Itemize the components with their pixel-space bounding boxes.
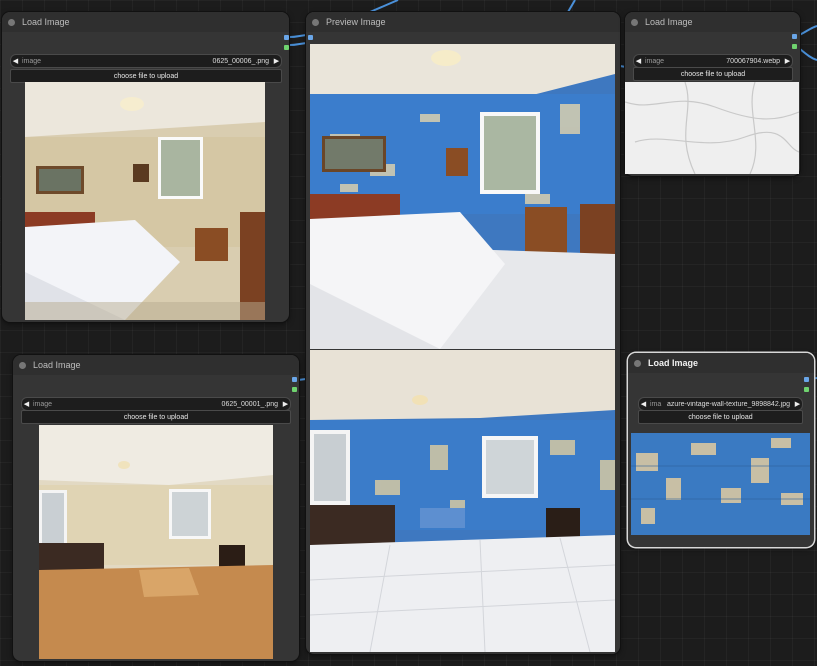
arrow-right-icon[interactable]: ▶ bbox=[281, 400, 290, 408]
node-dot-icon[interactable] bbox=[8, 18, 15, 26]
image-output-port[interactable] bbox=[284, 35, 289, 40]
image-preview bbox=[631, 433, 810, 535]
image-output-port[interactable] bbox=[292, 377, 297, 382]
node-header[interactable]: Preview Image bbox=[306, 12, 620, 32]
image-preview bbox=[25, 82, 265, 320]
preview-image-1 bbox=[310, 44, 615, 349]
image-select[interactable]: ◀ image 0625_00006_.png ▶ bbox=[10, 54, 282, 68]
image-select[interactable]: ◀ image 700067904.webp ▶ bbox=[633, 54, 793, 68]
upload-button[interactable]: choose file to upload bbox=[633, 67, 793, 81]
arrow-right-icon[interactable]: ▶ bbox=[783, 57, 792, 65]
mask-output-port[interactable] bbox=[804, 387, 809, 392]
load-image-node-3[interactable]: Load Image ◀ image 700067904.webp ▶ choo… bbox=[625, 12, 800, 176]
node-dot-icon[interactable] bbox=[634, 359, 641, 367]
node-title: Preview Image bbox=[326, 17, 386, 27]
arrow-left-icon[interactable]: ◀ bbox=[11, 57, 20, 65]
arrow-right-icon[interactable]: ▶ bbox=[272, 57, 281, 65]
node-header[interactable]: Load Image bbox=[2, 12, 289, 32]
upload-button[interactable]: choose file to upload bbox=[21, 410, 291, 424]
node-header[interactable]: Load Image bbox=[13, 355, 299, 375]
upload-button[interactable]: choose file to upload bbox=[638, 410, 803, 424]
mask-output-port[interactable] bbox=[792, 44, 797, 49]
node-dot-icon[interactable] bbox=[312, 18, 319, 26]
image-select[interactable]: ◀ image 0625_00001_.png ▶ bbox=[21, 397, 291, 411]
arrow-left-icon[interactable]: ◀ bbox=[639, 400, 648, 408]
node-title: Load Image bbox=[22, 17, 70, 27]
node-header[interactable]: Load Image bbox=[625, 12, 800, 32]
node-dot-icon[interactable] bbox=[631, 18, 638, 26]
arrow-left-icon[interactable]: ◀ bbox=[634, 57, 643, 65]
image-select[interactable]: ◀ ima azure-vintage-wall-texture_9898842… bbox=[638, 397, 803, 411]
load-image-node-2[interactable]: Load Image ◀ image 0625_00001_.png ▶ cho… bbox=[13, 355, 299, 661]
node-title: Load Image bbox=[33, 360, 81, 370]
images-input-port[interactable] bbox=[308, 35, 313, 40]
node-title: Load Image bbox=[648, 358, 699, 368]
arrow-right-icon[interactable]: ▶ bbox=[793, 400, 802, 408]
image-output-port[interactable] bbox=[804, 377, 809, 382]
preview-image-node[interactable]: Preview Image bbox=[306, 12, 620, 654]
arrow-left-icon[interactable]: ◀ bbox=[22, 400, 31, 408]
preview-image-2 bbox=[310, 350, 615, 652]
image-output-port[interactable] bbox=[792, 34, 797, 39]
node-dot-icon[interactable] bbox=[19, 361, 26, 369]
image-preview bbox=[39, 425, 273, 659]
upload-button[interactable]: choose file to upload bbox=[10, 69, 282, 83]
node-title: Load Image bbox=[645, 17, 693, 27]
node-header[interactable]: Load Image bbox=[628, 353, 814, 373]
load-image-node-1[interactable]: Load Image ◀ image 0625_00006_.png ▶ cho… bbox=[2, 12, 289, 322]
image-preview bbox=[625, 82, 799, 174]
load-image-node-4[interactable]: Load Image ◀ ima azure-vintage-wall-text… bbox=[628, 353, 814, 547]
mask-output-port[interactable] bbox=[292, 387, 297, 392]
mask-output-port[interactable] bbox=[284, 45, 289, 50]
